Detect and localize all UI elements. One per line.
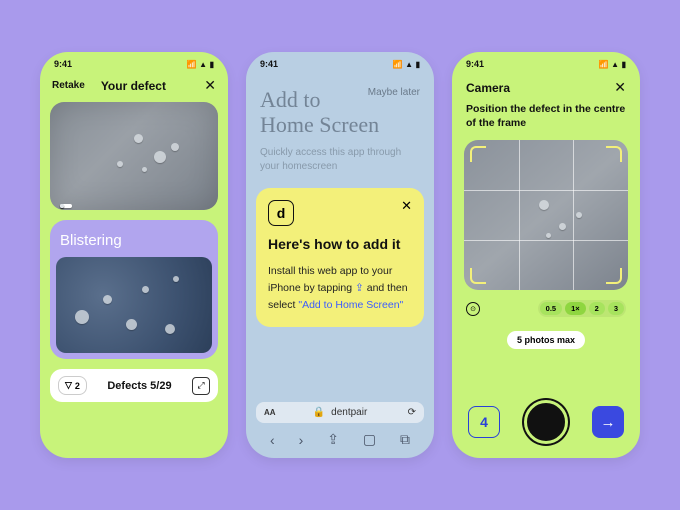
zoom-controls: ⊙ 0.5 1× 2 3: [466, 300, 626, 317]
frame-corner: [606, 146, 622, 162]
filter-icon: ▽: [65, 380, 72, 391]
lock-icon: 🔒: [313, 407, 325, 418]
address-bar[interactable]: AA 🔒 dentpair ⟳: [256, 402, 424, 423]
forward-icon[interactable]: ›: [299, 432, 304, 448]
browser-toolbar: ‹ › ⇪ ▢ ⧉: [256, 423, 424, 458]
instruction-text: Position the defect in the centre of the…: [452, 102, 640, 140]
defects-counter: Defects 5/29: [95, 380, 184, 392]
camera-viewfinder[interactable]: [464, 140, 628, 290]
zoom-option[interactable]: 0.5: [540, 302, 562, 315]
status-bar: 9:41 📶 ▲ ▮: [40, 52, 228, 73]
add-to-homescreen-screen: 9:41 📶 ▲ ▮ Maybe later Add to Home Scree…: [246, 52, 434, 458]
share-icon: ⇪: [355, 282, 364, 294]
instruction-title: Here's how to add it: [268, 236, 412, 254]
defect-review-screen: 9:41 📶 ▲ ▮ Retake Your defect ✕ Blisteri…: [40, 52, 228, 458]
add-to-home-link: "Add to Home Screen": [298, 299, 403, 311]
wifi-icon: ▲: [405, 60, 413, 69]
camera-screen: 9:41 📶 ▲ ▮ Camera ✕ Position the defect …: [452, 52, 640, 458]
page-title: Camera: [466, 81, 510, 95]
app-icon: d: [268, 200, 294, 226]
header: Camera ✕: [452, 73, 640, 102]
instruction-body: Install this web app to your iPhone by t…: [268, 263, 412, 313]
status-indicators: 📶 ▲ ▮: [599, 59, 626, 69]
retake-button[interactable]: Retake: [52, 80, 85, 91]
zoom-option[interactable]: 1×: [565, 302, 586, 315]
battery-icon: ▮: [416, 60, 420, 69]
zoom-option[interactable]: 3: [608, 302, 624, 315]
shutter-button[interactable]: [524, 400, 568, 444]
zoom-option[interactable]: 2: [589, 302, 605, 315]
header: Retake Your defect ✕: [40, 73, 228, 102]
reload-icon[interactable]: ⟳: [408, 407, 416, 418]
status-bar: 9:41 📶 ▲ ▮: [452, 52, 640, 73]
close-icon[interactable]: ✕: [401, 198, 412, 214]
wifi-icon: ▲: [199, 60, 207, 69]
share-icon[interactable]: ⇪: [327, 431, 339, 448]
status-time: 9:41: [54, 59, 72, 69]
defect-photo[interactable]: [50, 102, 218, 210]
text-size-button[interactable]: AA: [264, 408, 276, 417]
filter-count: 2: [75, 381, 80, 391]
next-button[interactable]: →: [592, 406, 624, 438]
battery-icon: ▮: [210, 60, 214, 69]
status-bar: 9:41 📶 ▲ ▮: [246, 52, 434, 73]
back-icon[interactable]: ‹: [270, 432, 275, 448]
frame-corner: [470, 268, 486, 284]
photo-limit-badge: 5 photos max: [507, 331, 585, 349]
tabs-icon[interactable]: ⧉: [400, 431, 410, 448]
defect-reference-image: [56, 257, 212, 353]
fullscreen-icon[interactable]: ⤢: [192, 377, 210, 395]
page-subtitle: Quickly access this app through your hom…: [260, 146, 420, 174]
photo-count[interactable]: 4: [468, 406, 500, 438]
wifi-icon: ▲: [611, 60, 619, 69]
focus-indicator-icon[interactable]: ⊙: [466, 302, 480, 316]
defect-type-card[interactable]: Blistering: [50, 220, 218, 359]
header: Maybe later Add to Home Screen Quickly a…: [246, 73, 434, 188]
url-text: dentpair: [331, 407, 367, 418]
maybe-later-link[interactable]: Maybe later: [368, 87, 420, 98]
status-time: 9:41: [466, 59, 484, 69]
filter-chip[interactable]: ▽ 2: [58, 376, 87, 395]
status-indicators: 📶 ▲ ▮: [393, 59, 420, 69]
arrow-right-icon: →: [601, 414, 616, 431]
frame-corner: [606, 268, 622, 284]
bottom-toolbar: ▽ 2 Defects 5/29 ⤢: [50, 369, 218, 402]
status-time: 9:41: [260, 59, 278, 69]
signal-icon: 📶: [599, 60, 609, 69]
close-icon[interactable]: ✕: [204, 77, 216, 94]
zoom-selector[interactable]: 0.5 1× 2 3: [538, 300, 626, 317]
signal-icon: 📶: [393, 60, 403, 69]
frame-corner: [470, 146, 486, 162]
signal-icon: 📶: [187, 60, 197, 69]
battery-icon: ▮: [622, 60, 626, 69]
page-title: Your defect: [101, 79, 196, 93]
bookmarks-icon[interactable]: ▢: [363, 431, 376, 448]
instruction-card: ✕ d Here's how to add it Install this we…: [256, 188, 424, 328]
browser-chrome: AA 🔒 dentpair ⟳ ‹ › ⇪ ▢ ⧉: [246, 396, 434, 458]
capture-toolbar: 4 →: [452, 390, 640, 458]
close-icon[interactable]: ✕: [614, 79, 626, 96]
status-indicators: 📶 ▲ ▮: [187, 59, 214, 69]
defect-type-label: Blistering: [56, 226, 212, 257]
